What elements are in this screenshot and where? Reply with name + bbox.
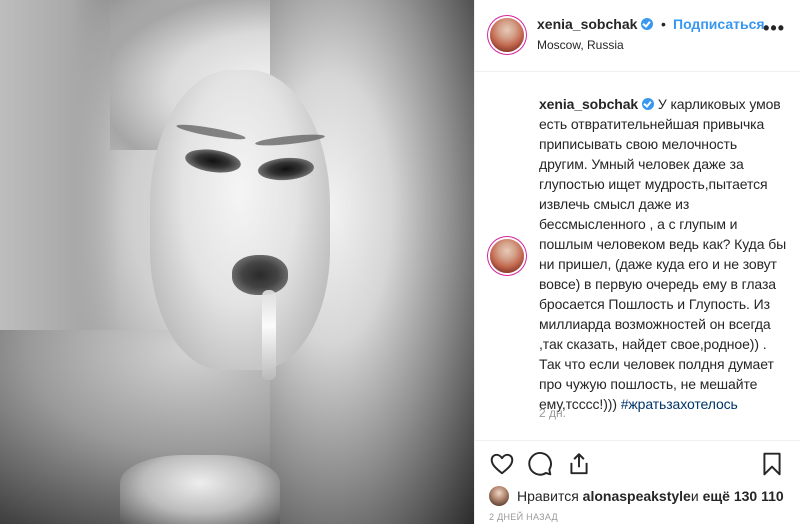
likes-summary: Нравится alonaspeakstyle и ещё 130 110 — [489, 486, 799, 506]
liker-avatar[interactable] — [489, 486, 509, 506]
comment-icon[interactable] — [527, 451, 553, 477]
caption-time-ago[interactable]: 2 дн. — [539, 406, 566, 420]
photo-hand — [120, 455, 280, 524]
more-horizontal-icon[interactable]: ••• — [763, 18, 785, 39]
bookmark-icon[interactable] — [759, 451, 785, 477]
author-username-text[interactable]: xenia_sobchak — [537, 16, 637, 32]
liker-username[interactable]: alonaspeakstyle — [583, 488, 691, 504]
verified-icon — [642, 98, 655, 110]
likes-middle: и — [690, 488, 699, 504]
caption-body: У карликовых умов есть отвратительнейшая… — [539, 96, 787, 412]
author-username[interactable]: xenia_sobchak — [537, 16, 654, 32]
photo-face — [150, 70, 330, 370]
follow-button[interactable]: Подписаться — [673, 16, 765, 32]
hashtag-link[interactable]: #жратьзахотелось — [621, 396, 738, 412]
likes-prefix: Нравится — [517, 488, 579, 504]
post-header: xenia_sobchak • Подписаться Moscow, Russ… — [475, 0, 800, 72]
post-photo[interactable] — [0, 0, 474, 524]
author-avatar[interactable] — [490, 18, 524, 52]
photo-lips — [232, 255, 288, 295]
location-link[interactable]: Moscow, Russia — [537, 38, 624, 52]
caption-text: xenia_sobchak У карликовых умов есть отв… — [539, 94, 787, 414]
post-side-panel: xenia_sobchak • Подписаться Moscow, Russ… — [474, 0, 800, 524]
action-bar — [475, 440, 800, 486]
comments-area: xenia_sobchak У карликовых умов есть отв… — [475, 73, 800, 440]
caption-username[interactable]: xenia_sobchak — [539, 96, 638, 112]
heart-icon[interactable] — [489, 451, 515, 477]
verified-icon — [641, 18, 654, 30]
likes-count[interactable]: ещё 130 110 — [703, 488, 784, 504]
caption-avatar[interactable] — [490, 239, 524, 273]
separator-dot: • — [661, 16, 666, 32]
post-date[interactable]: 2 ДНЕЙ НАЗАД — [489, 512, 558, 522]
share-icon[interactable] — [566, 451, 592, 477]
photo-noodle — [262, 290, 276, 380]
